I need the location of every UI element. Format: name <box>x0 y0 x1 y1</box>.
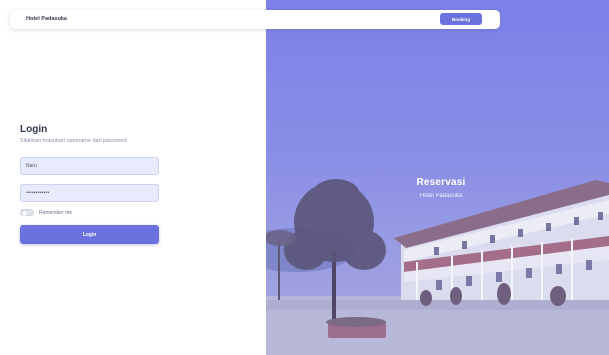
booking-button[interactable]: Booking <box>440 13 482 25</box>
remember-me-row: Remember me <box>20 209 160 216</box>
login-form: Login Silahkan masukan username dan pass… <box>20 124 160 244</box>
hero-subtitle: Hotel Padasuka <box>419 193 463 199</box>
hero-title: Reservasi <box>416 177 466 188</box>
login-subtitle: Silahkan masukan username dan password <box>20 138 127 144</box>
username-input[interactable] <box>20 157 159 175</box>
login-title: Login <box>20 124 48 135</box>
top-navbar: Hotel Padasuka Booking <box>10 10 500 29</box>
login-submit-button[interactable]: Login <box>20 225 159 244</box>
hero-caption: Reservasi Hotel Padasuka <box>386 177 496 199</box>
remember-me-label: Remember me <box>39 209 73 216</box>
login-page: Reservasi Hotel Padasuka Hotel Padasuka … <box>0 0 609 355</box>
toggle-knob <box>22 210 27 216</box>
toggle-switch-icon[interactable] <box>20 209 34 216</box>
hero-panel: Reservasi Hotel Padasuka <box>266 0 609 355</box>
brand-name[interactable]: Hotel Padasuka <box>26 16 67 22</box>
password-input[interactable] <box>20 184 159 202</box>
